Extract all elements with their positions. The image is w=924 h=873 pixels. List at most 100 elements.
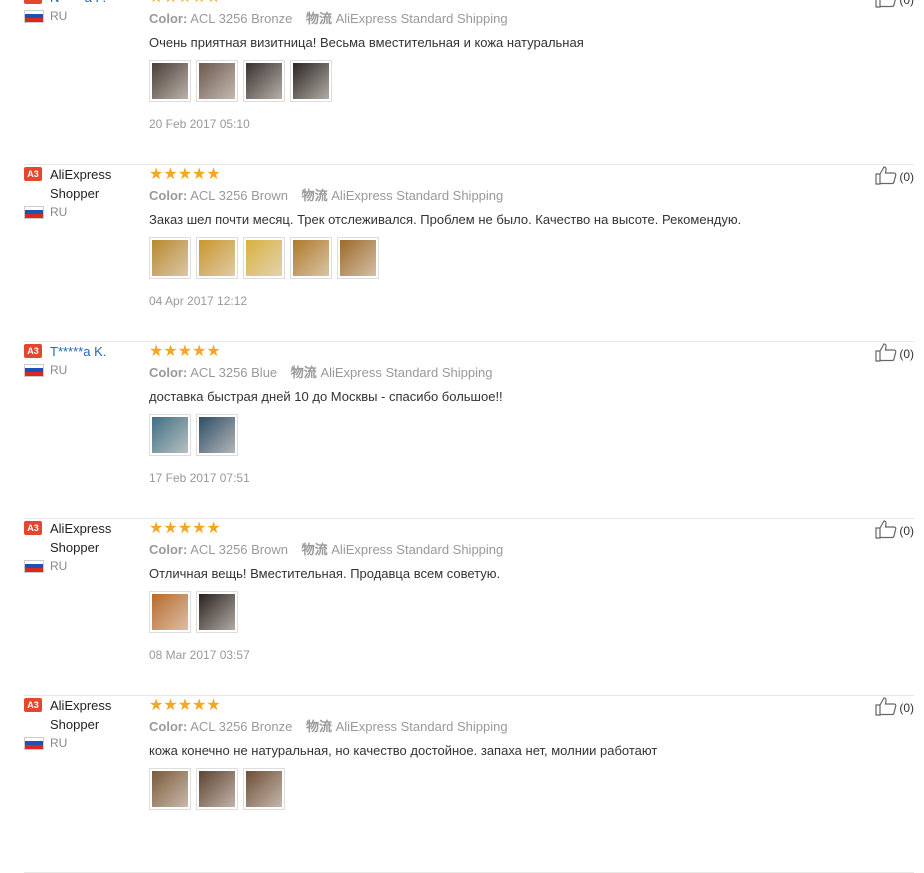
review-item: A3 T*****a K. RU ★★★★★ Color: ACL 3256 B… [0,342,924,519]
review-photo-thumbnail[interactable] [149,237,191,279]
review-text: Отличная вещь! Вместительная. Продавца в… [149,566,501,581]
reviewer-country: RU [24,205,144,219]
color-label: Color: [149,365,188,380]
helpful-button[interactable]: (0) [875,696,914,719]
helpful-button[interactable]: (0) [875,519,914,542]
review-photo-thumbnail[interactable] [337,237,379,279]
buyer-level-badge: A3 [24,521,42,535]
order-info: Color: ACL 3256 Bronze 物流 AliExpress Sta… [149,716,839,738]
star-rating: ★★★★★ [149,166,221,183]
review-text: доставка быстрая дней 10 до Москвы - спа… [149,389,503,404]
reviewer-country: RU [24,559,144,573]
star-rating: ★★★★★ [149,697,221,714]
review-photo-thumbnail[interactable] [290,60,332,102]
buyer-level-badge: A4 [24,0,42,4]
reviewer-info: A4 N*****a P. RU [24,0,144,23]
review-photo-thumbnail[interactable] [149,60,191,102]
color-label: Color: [149,188,188,203]
thumbs-up-icon [875,696,899,719]
review-photos [149,414,839,458]
review-photo-thumbnail[interactable] [196,414,238,456]
review-photo-thumbnail[interactable] [196,591,238,633]
reviewer-info: A3 AliExpress Shopper RU [24,519,144,573]
country-code: RU [50,363,68,377]
helpful-button[interactable]: (0) [875,342,914,365]
flag-ru-icon [24,736,44,750]
helpful-count: (0) [899,700,914,715]
country-code: RU [50,736,68,750]
helpful-count: (0) [899,0,914,7]
review-photo-thumbnail[interactable] [290,237,332,279]
order-info: Color: ACL 3256 Bronze 物流 AliExpress Sta… [149,8,839,30]
buyer-level-badge: A3 [24,698,42,712]
reviewer-info: A3 T*****a K. RU [24,342,144,377]
reviewer-name: AliExpress Shopper [50,521,112,555]
shipping-value: AliExpress Standard Shipping [335,719,508,734]
helpful-button[interactable]: (0) [875,0,914,11]
review-photos [149,60,839,104]
review-text: Очень приятная визитница! Весьма вместит… [149,35,584,50]
helpful-button[interactable]: (0) [875,165,914,188]
reviewer-name: AliExpress Shopper [50,167,112,201]
review-photo-thumbnail[interactable] [196,237,238,279]
color-label: Color: [149,542,188,557]
review-photo-thumbnail[interactable] [196,768,238,810]
color-value: ACL 3256 Blue [190,365,278,380]
reviewer-info: A3 AliExpress Shopper RU [24,696,144,750]
thumbs-up-icon [875,519,899,542]
country-code: RU [50,9,68,23]
review-photo-thumbnail[interactable] [149,768,191,810]
order-info: Color: ACL 3256 Brown 物流 AliExpress Stan… [149,185,839,207]
review-photo-thumbnail[interactable] [243,237,285,279]
color-value: ACL 3256 Bronze [190,11,293,26]
thumbs-up-icon [875,0,899,11]
reviewer-country: RU [24,736,144,750]
review-item: A3 AliExpress Shopper RU ★★★★★ Color: AC… [0,165,924,342]
star-rating: ★★★★★ [149,520,221,537]
shipping-value: AliExpress Standard Shipping [331,188,504,203]
reviewer-name[interactable]: T*****a K. [50,342,106,361]
review-photo-thumbnail[interactable] [196,60,238,102]
color-value: ACL 3256 Bronze [190,719,293,734]
review-content: ★★★★★ Color: ACL 3256 Bronze 物流 AliExpre… [149,696,839,825]
review-item: A3 AliExpress Shopper RU ★★★★★ Color: AC… [0,696,924,873]
shipping-value: AliExpress Standard Shipping [320,365,493,380]
color-label: Color: [149,719,188,734]
review-date: 04 Apr 2017 12:12 [149,294,248,308]
shipping-label: 物流 [305,719,332,734]
review-text: Заказ шел почти месяц. Трек отслеживался… [149,212,742,227]
star-rating: ★★★★★ [149,343,221,360]
shipping-value: AliExpress Standard Shipping [331,542,504,557]
flag-ru-icon [24,205,44,219]
helpful-count: (0) [899,346,914,361]
review-date: 20 Feb 2017 05:10 [149,117,250,131]
buyer-level-badge: A3 [24,167,42,181]
review-content: ★★★★★ Color: ACL 3256 Bronze 物流 AliExpre… [149,0,839,131]
review-photos [149,591,839,635]
helpful-count: (0) [899,169,914,184]
flag-ru-icon [24,559,44,573]
shipping-label: 物流 [301,188,328,203]
review-item: A3 AliExpress Shopper RU ★★★★★ Color: AC… [0,519,924,696]
shipping-value: AliExpress Standard Shipping [335,11,508,26]
color-value: ACL 3256 Brown [190,542,288,557]
order-info: Color: ACL 3256 Blue 物流 AliExpress Stand… [149,362,839,384]
review-photo-thumbnail[interactable] [149,414,191,456]
reviewer-name[interactable]: N*****a P. [50,0,106,7]
review-text: кожа конечно не натуральная, но качество… [149,743,658,758]
reviewer-info: A3 AliExpress Shopper RU [24,165,144,219]
review-photo-thumbnail[interactable] [243,768,285,810]
reviewer-country: RU [24,9,144,23]
flag-ru-icon [24,9,44,23]
review-photo-thumbnail[interactable] [149,591,191,633]
review-content: ★★★★★ Color: ACL 3256 Blue 物流 AliExpress… [149,342,839,485]
shipping-label: 物流 [305,11,332,26]
review-list: A4 N*****a P. RU ★★★★★ Color: ACL 3256 B… [0,0,924,873]
helpful-count: (0) [899,523,914,538]
review-content: ★★★★★ Color: ACL 3256 Brown 物流 AliExpres… [149,519,839,662]
review-photo-thumbnail[interactable] [243,60,285,102]
review-content: ★★★★★ Color: ACL 3256 Brown 物流 AliExpres… [149,165,839,308]
thumbs-up-icon [875,342,899,365]
buyer-level-badge: A3 [24,344,42,358]
reviewer-name: AliExpress Shopper [50,698,112,732]
